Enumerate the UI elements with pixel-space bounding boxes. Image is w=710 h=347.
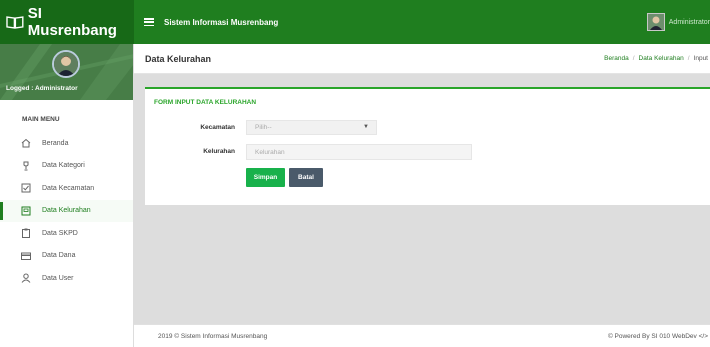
brand-title: SI Musrenbang [27, 5, 117, 39]
breadcrumb-data-kelurahan[interactable]: Data Kelurahan [639, 55, 684, 62]
user-menu[interactable]: Administrator [646, 0, 710, 44]
sidebar-item-label: Data SKPD [42, 229, 78, 237]
sidebar-item-data-kategori[interactable]: Data Kategori [0, 155, 133, 178]
hamburger-menu-icon[interactable] [144, 18, 154, 26]
sidebar-item-data-kelurahan[interactable]: Data Kelurahan [0, 199, 133, 222]
form-panel: FORM INPUT DATA KELURAHAN Kecamatan Pili… [145, 87, 710, 205]
chevron-down-icon: ▼ [363, 124, 369, 130]
footer-powered-by: © Powered By SI 010 WebDev </> [607, 332, 708, 340]
menu-title: MAIN MENU [22, 116, 60, 123]
sidebar-item-data-kecamatan[interactable]: Data Kecamatan [0, 177, 133, 200]
clipboard-icon [21, 228, 31, 239]
content-header: Data Kelurahan Beranda / Data Kelurahan / In… [134, 44, 710, 74]
profile-avatar [52, 50, 80, 78]
sidebar-item-label: Data Kelurahan [42, 207, 91, 215]
logged-in-label: Logged : Administrator [6, 85, 78, 92]
credit-card-icon [21, 251, 31, 261]
form-title: FORM INPUT DATA KELURAHAN [154, 99, 257, 106]
brand-logo[interactable]: SI Musrenbang [0, 0, 134, 44]
home-icon [21, 138, 31, 148]
sidebar-item-label: Beranda [42, 139, 69, 147]
breadcrumb-beranda[interactable]: Beranda [604, 55, 629, 62]
sidebar: Logged : Administrator MAIN MENU Beranda… [0, 44, 134, 347]
sidebar-item-data-dana[interactable]: Data Dana [0, 245, 133, 268]
sidebar-item-label: Data User [42, 274, 74, 282]
sidebar-item-data-user[interactable]: Data User [0, 267, 133, 290]
kecamatan-selected-value: Pilih-- [255, 124, 272, 131]
kelurahan-label: Kelurahan [203, 148, 235, 155]
user-icon [21, 273, 31, 284]
kecamatan-label: Kecamatan [200, 124, 235, 131]
page-title: Data Kelurahan [145, 53, 212, 64]
sidebar-item-label: Data Kecamatan [42, 184, 95, 192]
footer: 2019 © Sistem Informasi Musrenbang © Pow… [134, 324, 710, 347]
user-name: Administrator [668, 18, 710, 26]
sidebar-item-label: Data Kategori [42, 162, 85, 170]
checkbox-icon [21, 183, 31, 193]
user-profile-panel: Logged : Administrator [0, 44, 133, 100]
book-icon [6, 16, 24, 29]
breadcrumb: Beranda / Data Kelurahan / Input [604, 55, 708, 62]
save-button[interactable]: Simpan [246, 168, 285, 187]
breadcrumb-current: Input [693, 55, 708, 62]
square-icon [21, 206, 31, 216]
sidebar-item-beranda[interactable]: Beranda [0, 132, 133, 155]
sidebar-item-data-skpd[interactable]: Data SKPD [0, 222, 133, 245]
user-avatar [646, 13, 665, 31]
kecamatan-select[interactable]: Pilih-- ▼ [246, 120, 377, 135]
cancel-button[interactable]: Batal [289, 168, 323, 187]
footer-copyright: 2019 © Sistem Informasi Musrenbang [158, 332, 268, 340]
trophy-icon [21, 161, 31, 171]
app-title: Sistem Informasi Musrenbang [164, 17, 279, 27]
sidebar-item-label: Data Dana [42, 252, 76, 260]
top-navbar: SI Musrenbang Sistem Informasi Musrenban… [0, 0, 710, 44]
kelurahan-input[interactable] [246, 144, 472, 160]
